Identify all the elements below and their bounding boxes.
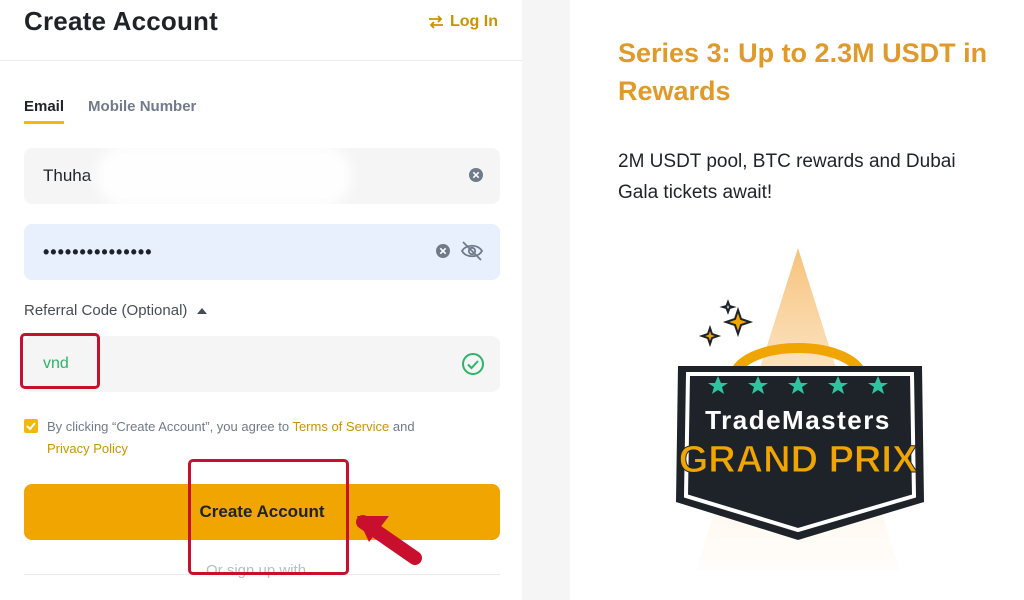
pointer-arrow-icon [356, 515, 422, 565]
email-field[interactable]: Thuha [24, 148, 500, 204]
terms-of-service-link[interactable]: Terms of Service [292, 419, 389, 434]
check-icon [26, 422, 36, 431]
tab-email[interactable]: Email [24, 98, 65, 124]
promo-title: Series 3: Up to 2.3M USDT in Rewards [618, 38, 988, 106]
email-value: Thuha [43, 166, 92, 185]
agree-and-text: and [389, 419, 415, 434]
agree-text: By clicking “Create Account”, you agree … [47, 419, 293, 434]
promo-text: 2M USDT pool, BTC rewards and Dubai Gala… [618, 151, 956, 203]
redaction-blur [104, 154, 344, 198]
clear-icon[interactable] [468, 167, 484, 183]
clear-icon[interactable] [435, 243, 451, 259]
badge-line-2: GRAND PRIX [679, 439, 918, 481]
badge-line-1: TradeMasters [705, 405, 891, 435]
page-title: Create Account [24, 6, 218, 36]
password-value: ••••••••••••••• [43, 242, 153, 262]
tab-mobile-number[interactable]: Mobile Number [88, 98, 196, 124]
referral-toggle[interactable]: Referral Code (Optional) [24, 302, 208, 319]
referral-highlight-box [20, 333, 100, 389]
create-button-highlight-box [188, 459, 349, 575]
login-link-label: Log In [450, 13, 498, 30]
grand-prix-badge-illustration: TradeMasters GRAND PRIX [676, 248, 924, 570]
terms-checkbox[interactable] [24, 419, 38, 433]
check-circle-icon [462, 353, 484, 375]
terms-agreement: By clicking “Create Account”, you agree … [47, 416, 487, 460]
signup-panel: Create Account Log In Email Mobile Numbe… [0, 0, 522, 600]
password-field[interactable]: ••••••••••••••• [24, 224, 500, 280]
privacy-policy-link[interactable]: Privacy Policy [47, 441, 128, 456]
swap-icon [429, 15, 443, 29]
referral-label: Referral Code (Optional) [24, 302, 188, 319]
eye-off-icon[interactable] [460, 240, 484, 262]
signup-tabs: Email Mobile Number [24, 98, 196, 124]
panel-divider [522, 0, 570, 600]
header-divider [0, 60, 522, 61]
caret-up-icon [197, 307, 208, 314]
login-link[interactable]: Log In [428, 13, 498, 31]
sparkle-icon [698, 299, 754, 348]
